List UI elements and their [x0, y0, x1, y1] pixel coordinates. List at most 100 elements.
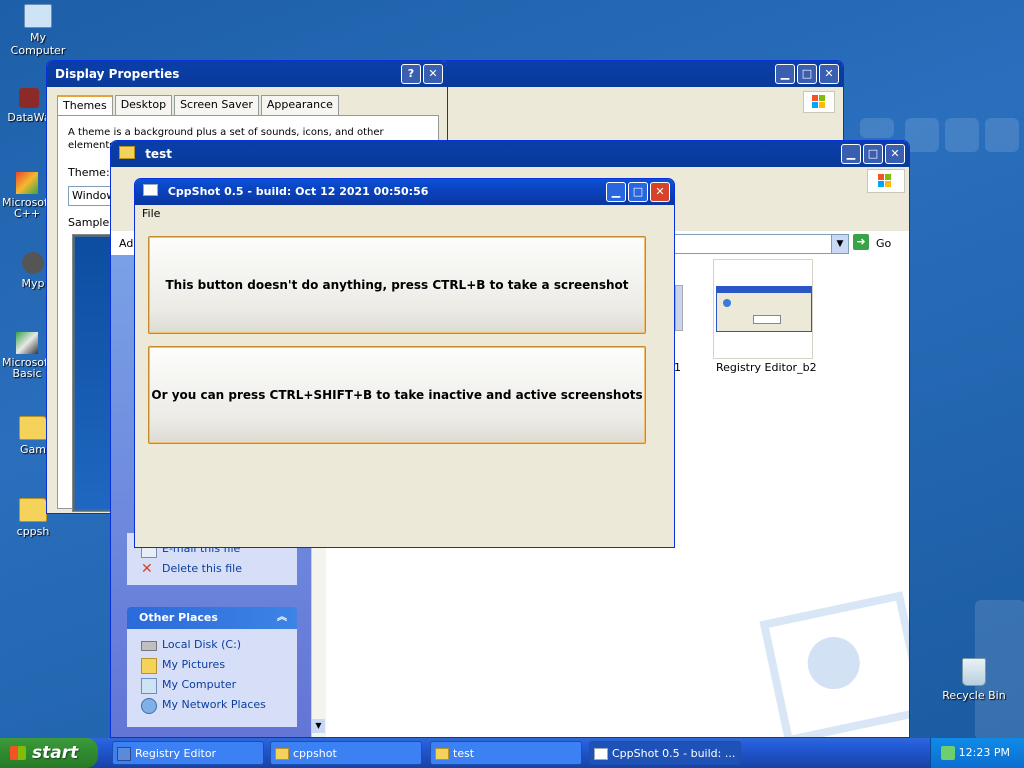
menu-bar: File [135, 205, 674, 223]
window-title: Display Properties [55, 67, 180, 81]
desktop-icon-recycle-bin[interactable]: Recycle Bin [937, 658, 1011, 702]
registry-icon [117, 747, 131, 761]
start-label: start [32, 743, 79, 763]
taskbar-item-label: CppShot 0.5 - build: ... [612, 747, 736, 760]
desktop-tile [905, 118, 939, 152]
delete-file-link[interactable]: ✕ Delete this file [127, 559, 242, 579]
other-places-header[interactable]: Other Places ︽ [127, 607, 297, 629]
other-places-title: Other Places [139, 611, 218, 624]
raccoon-icon [22, 252, 44, 274]
taskbar-item-label: test [453, 747, 475, 760]
close-button[interactable]: ✕ [650, 182, 670, 202]
maximize-button[interactable]: □ [628, 182, 648, 202]
window-title: test [145, 147, 172, 161]
app-icon [594, 748, 608, 760]
delete-icon: ✕ [141, 561, 153, 577]
close-button[interactable]: ✕ [819, 64, 839, 84]
desktop-tile [860, 118, 894, 138]
desktop-tile [985, 118, 1019, 152]
my-network-places-label: My Network Places [162, 698, 266, 711]
window-title: CppShot 0.5 - build: Oct 12 2021 00:50:5… [167, 185, 429, 198]
pictures-folder-icon [141, 658, 157, 674]
tab-screen-saver[interactable]: Screen Saver [174, 95, 259, 116]
collapse-chevron-icon[interactable]: ︽ [277, 607, 287, 629]
local-disk-label: Local Disk (C:) [162, 638, 242, 651]
inactive-active-info-button[interactable]: Or you can press CTRL+SHIFT+B to take in… [148, 346, 646, 444]
folder-icon [435, 748, 449, 760]
local-disk-link[interactable]: Local Disk (C:) [127, 635, 297, 655]
windows-logo-icon [867, 169, 905, 193]
display-properties-titlebar[interactable]: Display Properties ? ✕ [47, 61, 447, 87]
close-button[interactable]: ✕ [885, 144, 905, 164]
test-titlebar[interactable]: test ▁ □ ✕ [111, 141, 909, 167]
cppshot-titlebar[interactable]: CppShot 0.5 - build: Oct 12 2021 00:50:5… [135, 179, 674, 205]
address-label: Ad [119, 237, 134, 250]
my-computer-label: My Computer [162, 678, 237, 691]
desktop-icon-label: Recycle Bin [942, 689, 1006, 702]
delete-file-label: Delete this file [162, 562, 242, 575]
menu-file[interactable]: File [142, 207, 160, 220]
chevron-down-icon[interactable]: ▼ [831, 235, 848, 253]
folder-icon [275, 748, 289, 760]
system-tray: 12:23 PM [930, 738, 1024, 768]
taskbar-item-label: cppshot [293, 747, 337, 760]
folder-icon [19, 498, 47, 522]
thumbnail-registry-editor[interactable] [713, 259, 813, 359]
clock[interactable]: 12:23 PM [959, 746, 1010, 759]
desktop-icon-label: My Computer [10, 31, 66, 57]
other-places-panel: Other Places ︽ Local Disk (C:) My Pictur… [127, 607, 297, 727]
minimize-button[interactable]: ▁ [606, 182, 626, 202]
visual-basic-icon [16, 332, 38, 354]
scroll-down-icon[interactable]: ▼ [312, 719, 325, 733]
desktop-tile [945, 118, 979, 152]
display-tabs: Themes Desktop Screen Saver Appearance [57, 95, 339, 116]
dialog-preview [716, 286, 812, 332]
computer-icon [24, 4, 52, 28]
tab-themes[interactable]: Themes [57, 95, 113, 116]
my-pictures-link[interactable]: My Pictures [127, 655, 297, 675]
my-computer-link[interactable]: My Computer [127, 675, 297, 695]
minimize-button[interactable]: ▁ [775, 64, 795, 84]
desktop-icon-my-computer[interactable]: My Computer [1, 4, 75, 57]
taskbar-item-label: Registry Editor [135, 747, 217, 760]
taskbar-item-registry-editor[interactable]: Registry Editor [112, 741, 264, 765]
start-button[interactable]: start [0, 738, 98, 768]
theme-select-value: Window [72, 189, 116, 202]
theme-label: Theme: [68, 166, 110, 179]
maximize-button[interactable]: □ [797, 64, 817, 84]
registry-titlebar[interactable]: ▁ □ ✕ [441, 61, 843, 87]
tab-appearance[interactable]: Appearance [260, 95, 339, 116]
tab-desktop[interactable]: Desktop [114, 95, 173, 116]
my-network-places-link[interactable]: My Network Places [127, 695, 297, 715]
screenshot-info-button[interactable]: This button doesn't do anything, press C… [148, 236, 646, 334]
go-arrow-icon[interactable]: ➜ [853, 234, 869, 250]
help-button[interactable]: ? [401, 64, 421, 84]
folder-icon [119, 146, 135, 159]
go-button[interactable]: Go [876, 237, 891, 250]
drive-icon [141, 641, 157, 651]
thumbnail-partial[interactable] [675, 285, 683, 331]
thumbnail-label: Registry Editor_b2 [716, 361, 817, 374]
application-icon [19, 88, 39, 108]
folder-icon [19, 416, 47, 440]
maximize-button[interactable]: □ [863, 144, 883, 164]
windows-flag-icon [10, 746, 26, 760]
close-button[interactable]: ✕ [423, 64, 443, 84]
network-tray-icon[interactable] [941, 746, 955, 760]
taskbar-item-test[interactable]: test [430, 741, 582, 765]
network-icon [141, 698, 157, 714]
folder-watermark [759, 591, 909, 737]
computer-icon [141, 678, 157, 694]
app-icon [143, 184, 158, 196]
taskbar-item-cppshot[interactable]: cppshot [270, 741, 422, 765]
my-pictures-label: My Pictures [162, 658, 226, 671]
recycle-bin-icon [962, 658, 986, 686]
taskbar: start Registry Editor cppshot test CppSh… [0, 738, 1024, 768]
minimize-button[interactable]: ▁ [841, 144, 861, 164]
thumbnail-label: 1 [674, 361, 681, 374]
taskbar-item-cppshot-app[interactable]: CppShot 0.5 - build: ... [589, 741, 741, 765]
windows-logo-icon [803, 91, 835, 113]
desktop-icon-label: cppsh [16, 525, 50, 538]
visual-cpp-icon [16, 172, 38, 194]
sample-label: Sample: [68, 216, 113, 229]
